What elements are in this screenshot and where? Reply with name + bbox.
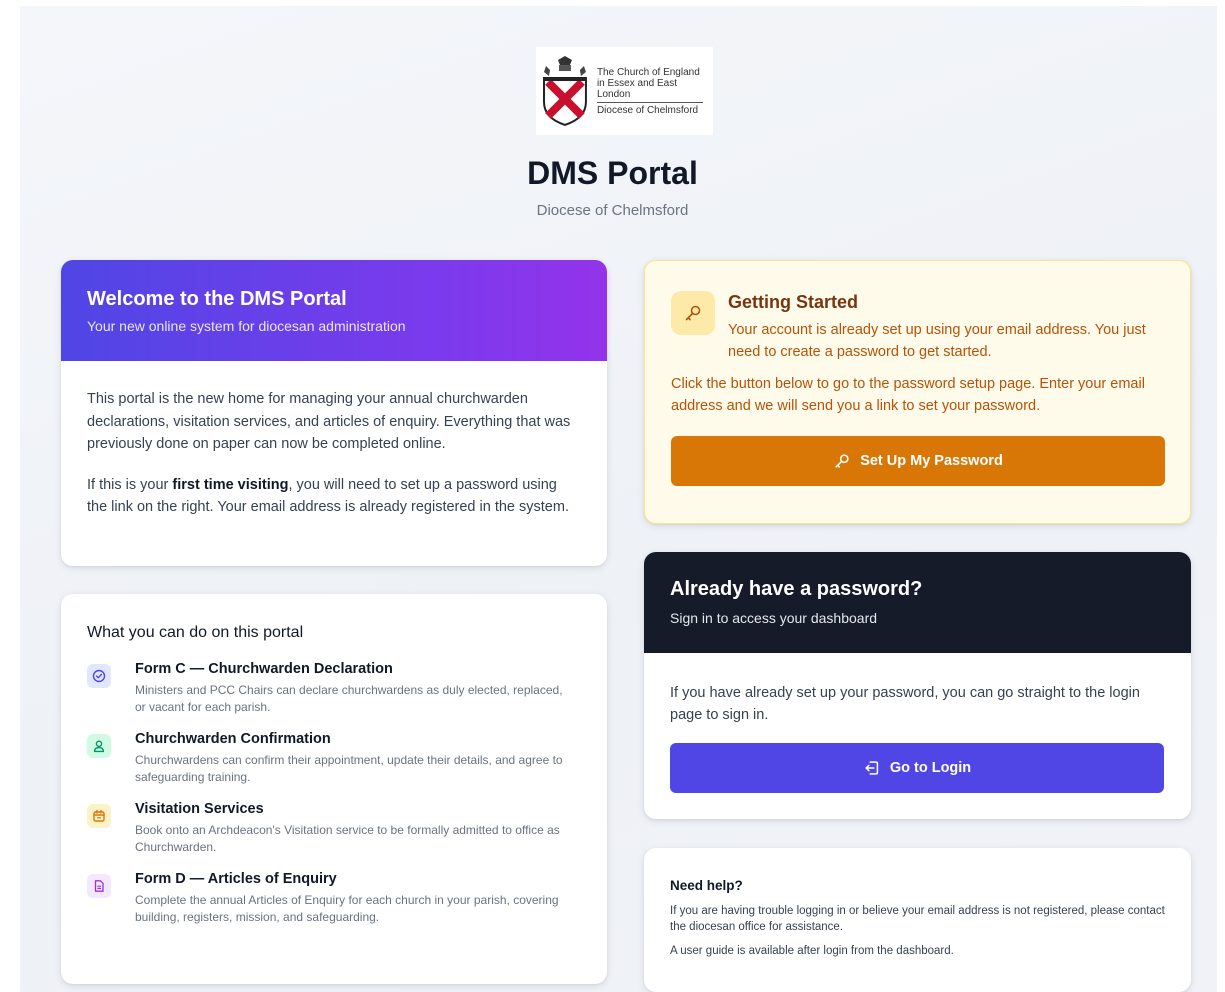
features-card: What you can do on this portal Form C — … [61, 594, 607, 984]
logo-line-1: The Church of England [596, 66, 700, 78]
features-heading: What you can do on this portal [87, 624, 304, 641]
logo-divider [596, 101, 703, 103]
feature-title: Churchwarden Confirmation [135, 731, 331, 747]
welcome-paragraph-2-start: If this is your [87, 476, 173, 493]
set-up-password-label: Set Up My Password [860, 453, 1003, 469]
login-subtitle: Sign in to access your dashboard [670, 610, 878, 626]
login-icon [865, 761, 878, 775]
feature-description: Complete the annual Articles of Enquiry … [135, 893, 559, 924]
calendar-icon [87, 804, 111, 828]
first-time-emphasis: first time visiting [172, 476, 289, 493]
welcome-card: Welcome to the DMS Portal Your new onlin… [61, 260, 607, 566]
feature-title: Form C — Churchwarden Declaration [135, 661, 393, 677]
go-to-login-button[interactable]: Go to Login [670, 743, 1164, 793]
welcome-card-body: This portal is the new home for managing… [61, 361, 607, 519]
getting-started-card: Getting Started Your account is already … [644, 260, 1191, 524]
welcome-subtitle: Your new online system for diocesan admi… [87, 318, 406, 334]
feature-description: Book onto an Archdeacon's Visitation ser… [135, 823, 560, 854]
document-icon [87, 874, 111, 898]
diocese-logo: The Church of England in Essex and East … [536, 47, 713, 135]
login-body-text: If you have already set up your password… [670, 685, 1140, 723]
feature-item-visitation: Visitation Services Book onto an Archdea… [87, 801, 581, 856]
page-subtitle: Diocese of Chelmsford [536, 202, 689, 219]
help-paragraph-2: A user guide is available after login fr… [670, 945, 954, 957]
feature-item-confirmation: Churchwarden Confirmation Churchwardens … [87, 731, 581, 786]
user-icon [87, 734, 111, 758]
login-card: Already have a password? Sign in to acce… [644, 552, 1191, 819]
feature-title: Form D — Articles of Enquiry [135, 871, 337, 887]
feature-description: Ministers and PCC Chairs can declare chu… [135, 683, 563, 714]
help-title: Need help? [670, 878, 743, 893]
feature-item-form-c: Form C — Churchwarden Declaration Minist… [87, 661, 581, 716]
welcome-paragraph-2: If this is your first time visiting, you… [87, 474, 581, 519]
set-up-password-button[interactable]: Set Up My Password [671, 436, 1165, 486]
logo-text: The Church of England in Essex and East … [596, 66, 713, 116]
getting-started-title: Getting Started [728, 292, 859, 312]
welcome-paragraph-1: This portal is the new home for managing… [87, 391, 571, 452]
welcome-title: Welcome to the DMS Portal [87, 288, 347, 310]
logo-line-2: in Essex and East London [596, 77, 677, 100]
feature-title: Visitation Services [135, 801, 264, 817]
check-circle-icon [87, 664, 111, 688]
help-paragraph-1: If you are having trouble logging in or … [670, 905, 1165, 933]
help-card: Need help? If you are having trouble log… [644, 848, 1191, 992]
getting-started-info: Click the button below to go to the pass… [671, 376, 1145, 414]
feature-description: Churchwardens can confirm their appointm… [135, 753, 563, 784]
feature-item-form-d: Form D — Articles of Enquiry Complete th… [87, 871, 581, 926]
login-card-header: Already have a password? Sign in to acce… [644, 552, 1191, 653]
logo-line-3: Diocese of Chelmsford [596, 104, 699, 116]
page-title: DMS Portal [527, 155, 698, 191]
login-card-body: If you have already set up your password… [644, 653, 1191, 793]
key-icon [835, 454, 849, 468]
welcome-card-header: Welcome to the DMS Portal Your new onlin… [61, 260, 607, 361]
diocese-crest-icon [542, 56, 587, 126]
key-icon [671, 291, 715, 335]
go-to-login-label: Go to Login [889, 760, 972, 776]
getting-started-lead: Your account is already set up using you… [728, 322, 1146, 360]
login-title: Already have a password? [670, 578, 923, 600]
